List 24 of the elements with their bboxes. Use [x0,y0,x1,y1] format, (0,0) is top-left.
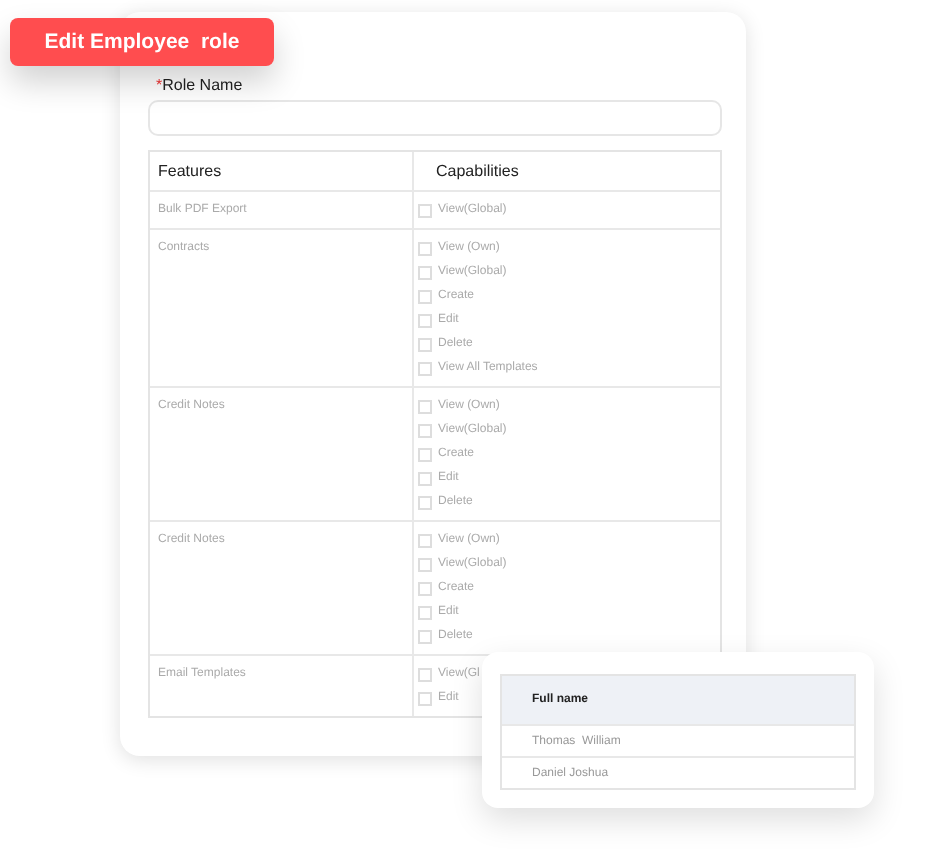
title-badge: Edit Employee role [10,18,274,66]
checkbox[interactable] [418,495,432,509]
checkbox[interactable] [418,629,432,643]
field-label: *Role Name [156,74,245,96]
checkbox[interactable] [418,581,432,595]
checkbox[interactable] [418,423,432,437]
column-header: Capabilities [434,160,521,184]
checkbox[interactable] [418,691,432,705]
column-header: Features [150,152,414,190]
checkbox[interactable] [418,447,432,461]
checkbox[interactable] [418,605,432,619]
checkbox[interactable] [418,203,432,217]
checkbox[interactable] [418,361,432,375]
checkbox[interactable] [418,533,432,547]
role-name-field[interactable] [148,100,722,136]
checkbox[interactable] [418,399,432,413]
checkbox[interactable] [418,337,432,351]
checkbox[interactable] [418,667,432,681]
checkbox[interactable] [418,313,432,327]
checkbox[interactable] [418,557,432,571]
checkbox[interactable] [418,241,432,255]
checkbox[interactable] [418,471,432,485]
checkbox[interactable] [418,289,432,303]
checkbox[interactable] [418,265,432,279]
